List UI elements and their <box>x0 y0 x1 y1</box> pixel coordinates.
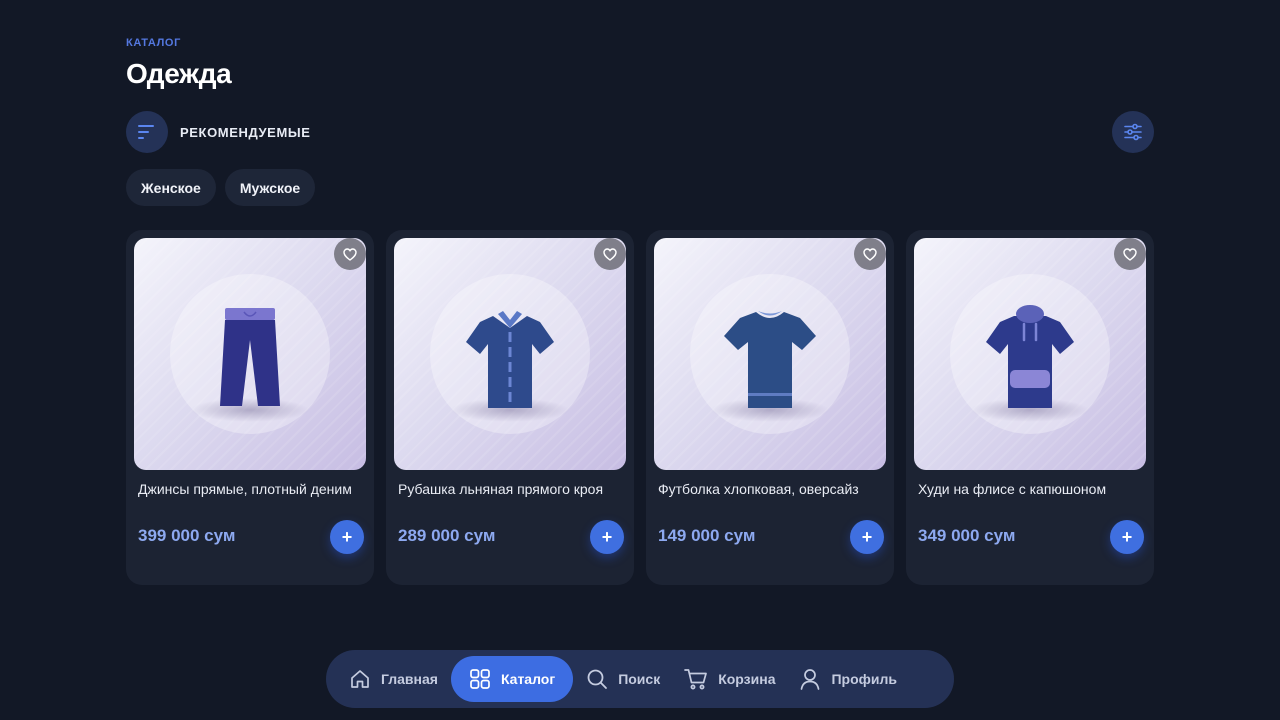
search-icon <box>587 669 608 689</box>
product-card[interactable]: Футболка хлопковая, оверсайз 149 000 сум… <box>646 230 894 585</box>
nav-item-cart[interactable]: Корзина <box>673 656 786 702</box>
sort-label[interactable]: РЕКОМЕНДУЕМЫЕ <box>180 125 310 140</box>
product-card[interactable]: Джинсы прямые, плотный деним 399 000 сум… <box>126 230 374 585</box>
filter-button[interactable] <box>1112 111 1154 153</box>
nav-item-catalog[interactable]: Каталог <box>450 656 574 702</box>
cart-icon <box>684 669 708 690</box>
product-price: 399 000 сум <box>138 526 236 545</box>
nav-label: Главная <box>381 671 438 687</box>
product-image <box>654 238 886 470</box>
nav-label: Корзина <box>718 671 776 687</box>
sliders-icon <box>1124 123 1142 141</box>
shirt-icon <box>466 311 554 408</box>
favorite-button[interactable] <box>594 238 626 270</box>
add-to-cart-button[interactable]: + <box>590 520 624 554</box>
product-image <box>914 238 1146 470</box>
product-image <box>394 238 626 470</box>
product-name: Худи на флисе с капюшоном <box>918 481 1107 497</box>
hoodie-icon <box>986 305 1074 408</box>
home-icon <box>351 670 369 688</box>
sort-button[interactable] <box>126 111 168 153</box>
sort-control[interactable]: РЕКОМЕНДУЕМЫЕ <box>126 111 310 153</box>
category-chips: Женское Мужское <box>126 169 316 206</box>
add-to-cart-button[interactable]: + <box>330 520 364 554</box>
sort-icon <box>138 125 154 139</box>
heart-icon <box>863 247 877 261</box>
add-to-cart-button[interactable]: + <box>1110 520 1144 554</box>
product-card[interactable]: Худи на флисе с капюшоном 349 000 сум + <box>906 230 1154 585</box>
catalog-screen: КАТАЛОГ Одежда РЕКОМЕНДУЕМЫЕ Женское Муж… <box>0 0 1280 720</box>
grid-icon <box>470 669 490 689</box>
user-icon <box>801 669 820 690</box>
heart-icon <box>1123 247 1137 261</box>
nav-item-home[interactable]: Главная <box>338 656 449 702</box>
bottom-nav: Главная Каталог Поиск Корзина Профиль <box>326 650 954 708</box>
chip-women[interactable]: Женское <box>126 169 216 206</box>
product-price: 149 000 сум <box>658 526 756 545</box>
product-grid: Джинсы прямые, плотный деним 399 000 сум… <box>126 230 1154 585</box>
nav-item-profile[interactable]: Профиль <box>788 656 908 702</box>
heart-icon <box>343 247 357 261</box>
t-shirt-icon <box>724 311 816 408</box>
product-card[interactable]: Рубашка льняная прямого кроя 289 000 сум… <box>386 230 634 585</box>
nav-label: Каталог <box>500 671 556 687</box>
chip-men[interactable]: Мужское <box>224 169 316 206</box>
nav-item-search[interactable]: Поиск <box>575 656 671 702</box>
product-name: Рубашка льняная прямого кроя <box>398 481 604 497</box>
page-title: Одежда <box>126 58 232 89</box>
jeans-icon <box>220 308 280 406</box>
heart-icon <box>603 247 617 261</box>
nav-label: Профиль <box>831 671 898 687</box>
product-name: Футболка хлопковая, оверсайз <box>658 481 859 497</box>
product-image <box>134 238 366 470</box>
product-name: Джинсы прямые, плотный деним <box>138 481 352 497</box>
add-to-cart-button[interactable]: + <box>850 520 884 554</box>
nav-label: Поиск <box>618 671 661 687</box>
product-price: 349 000 сум <box>918 526 1016 545</box>
favorite-button[interactable] <box>1114 238 1146 270</box>
favorite-button[interactable] <box>854 238 886 270</box>
breadcrumb: КАТАЛОГ <box>126 37 181 49</box>
favorite-button[interactable] <box>334 238 366 270</box>
product-price: 289 000 сум <box>398 526 496 545</box>
